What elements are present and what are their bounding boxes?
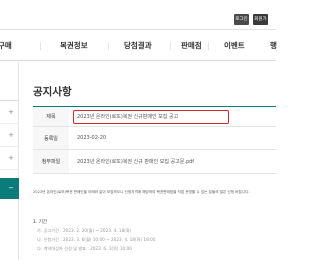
main-navigation: 구매 복권정보 당첨결과 판매점 이벤트 행	[0, 31, 277, 61]
section-title-period: 1. 기간	[33, 220, 48, 225]
date-row: 등록일 2023-02-20	[33, 127, 276, 150]
left-menu-item-1[interactable]: +	[0, 101, 19, 124]
notice-detail-table: 제목 2023년 온라인(로또)복권 신규판매인 모집 공고 등록일 2023-…	[33, 106, 276, 174]
gnb-item-events[interactable]: 이벤트	[224, 31, 245, 61]
period-item-announcement: 가. 공고기간 : 2023. 2. 20(월) ~ 2023. 4. 18(화…	[37, 228, 132, 233]
gnb-separator	[208, 42, 209, 50]
left-menu-item-notice-active[interactable]: −	[0, 178, 19, 199]
gnb-separator	[108, 42, 109, 50]
left-menu-item-3[interactable]: +	[0, 147, 19, 170]
date-value: 2023-02-20	[77, 135, 107, 141]
left-menu-item-2[interactable]: +	[0, 124, 19, 147]
attachment-row: 첨부파일 2023년 온라인(로또)복권 신규 판매인 모집 공고문.pdf	[33, 150, 276, 174]
subject-highlight-box	[73, 110, 229, 124]
gnb-item-more[interactable]: 행	[270, 31, 277, 61]
login-button[interactable]: 로그인	[234, 14, 249, 25]
gnb-item-stores[interactable]: 판매점	[181, 31, 202, 61]
join-button[interactable]: 회원가입	[253, 14, 268, 33]
date-label: 등록일	[33, 127, 69, 149]
attachment-label: 첨부파일	[33, 150, 69, 173]
gnb-separator	[40, 42, 41, 50]
subject-row: 제목 2023년 온라인(로또)복권 신규판매인 모집 공고	[33, 107, 276, 127]
left-menu: + + + + −	[0, 100, 19, 200]
notice-body-intro: 2023년 온라인(로또)복권 판매인을 아래와 같이 모집하오니 신청자격에 …	[33, 190, 250, 194]
subject-label: 제목	[33, 107, 69, 126]
attachment-link[interactable]: 2023년 온라인(로또)복권 신규 판매인 모집 공고문.pdf	[69, 150, 276, 173]
period-item-application: 나. 신청기간 : 2023. 3. 6(월) 10:00 ~ 2023. 4.…	[37, 237, 156, 242]
gnb-item-buy[interactable]: 구매	[0, 31, 12, 61]
page-title: 공지사항	[33, 86, 72, 98]
gnb-item-lottery-info[interactable]: 복권정보	[60, 31, 88, 61]
gnb-separator	[170, 42, 171, 50]
gnb-item-winning-results[interactable]: 당첨결과	[124, 31, 152, 61]
top-utility-bar: 로그인 회원가입	[0, 0, 276, 33]
period-item-selection: 다. 계약대상자 선정 및 발표 : 2023. 6. 1(목) 10:00	[37, 246, 132, 251]
